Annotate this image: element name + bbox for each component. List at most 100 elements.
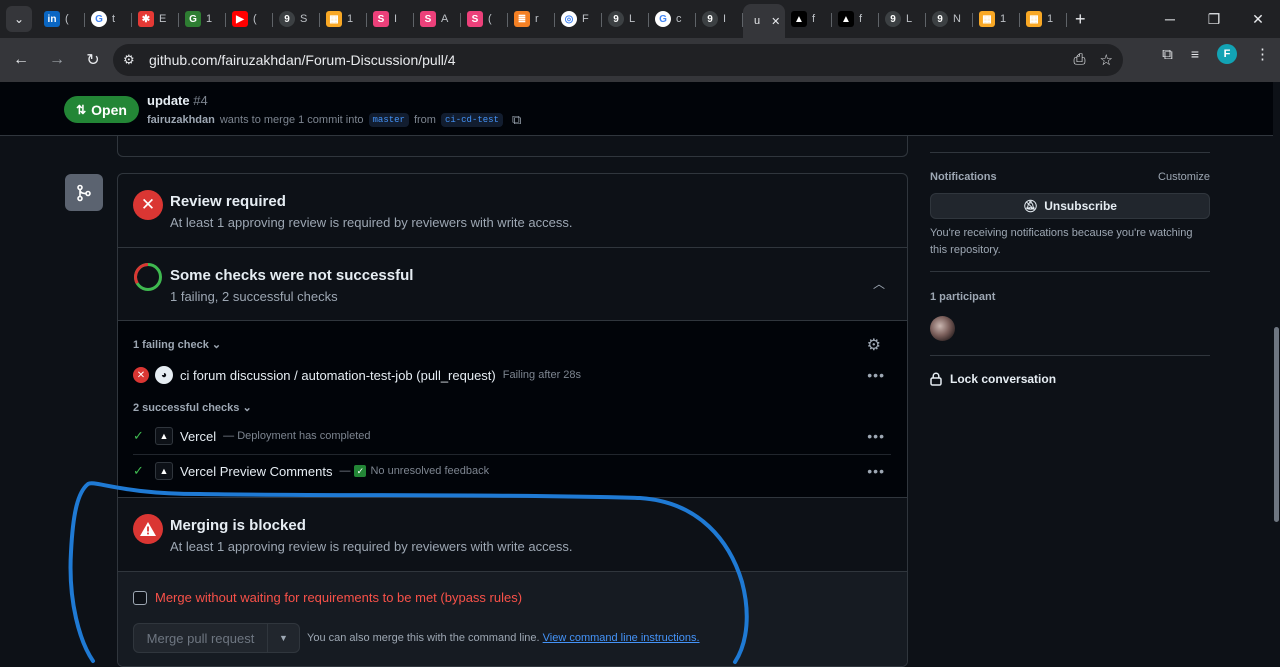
- browser-tab[interactable]: ≣ r: [508, 4, 555, 34]
- toolbar-right: ⧉ ≡ F ⋮: [1162, 44, 1270, 64]
- restore-icon[interactable]: ❐: [1192, 0, 1236, 38]
- kebab-menu-icon[interactable]: •••: [867, 367, 885, 383]
- sidebar-divider: [930, 271, 1210, 272]
- bypass-label[interactable]: Merge without waiting for requirements t…: [155, 590, 522, 605]
- copy-icon[interactable]: ⧉: [512, 112, 521, 128]
- gear-icon[interactable]: ⚙: [867, 335, 881, 355]
- command-line-instructions-link[interactable]: View command line instructions.: [543, 632, 700, 644]
- merge-pull-request-button[interactable]: Merge pull request: [133, 623, 268, 653]
- check-mark-icon: ✓: [133, 463, 144, 478]
- kebab-menu-icon[interactable]: •••: [867, 428, 885, 444]
- head-branch[interactable]: ci-cd-test: [440, 113, 503, 127]
- url-text[interactable]: github.com/fairuzakhdan/Forum-Discussion…: [149, 52, 456, 68]
- reload-icon[interactable]: ↻: [76, 43, 110, 77]
- checks-list-section: 1 failing check ⌄ ⚙ ✕ ◕ ci forum discuss…: [118, 321, 907, 498]
- close-tab-icon[interactable]: ✕: [771, 15, 780, 28]
- tab-favicon-icon: G: [655, 11, 671, 27]
- browser-tab-active[interactable]: u ✕: [743, 4, 785, 38]
- check-mark-icon: ✓: [133, 428, 144, 443]
- page-scrollbar[interactable]: [1273, 82, 1280, 667]
- merge-actions-section: Merge without waiting for requirements t…: [118, 572, 907, 666]
- check-meta: — Deployment has completed: [223, 430, 371, 442]
- kebab-menu-icon[interactable]: •••: [867, 463, 885, 479]
- merge-method-dropdown[interactable]: ▼: [268, 623, 300, 653]
- pr-title-text[interactable]: update: [147, 93, 190, 108]
- browser-tab[interactable]: Gt: [85, 4, 132, 34]
- pr-state-label: Open: [91, 101, 127, 118]
- tab-title: F: [582, 13, 589, 25]
- base-branch[interactable]: master: [368, 113, 409, 127]
- notifications-label: Notifications: [930, 171, 997, 183]
- address-bar-actions: ⎙ ☆: [1074, 51, 1113, 69]
- close-window-icon[interactable]: ✕: [1236, 0, 1280, 38]
- successful-checks-toggle[interactable]: 2 successful checks ⌄: [133, 401, 252, 414]
- browser-tab[interactable]: ▲ f: [785, 4, 832, 34]
- browser-tab[interactable]: ▦ 1: [320, 4, 367, 34]
- back-icon[interactable]: ←: [4, 43, 38, 77]
- browser-tab[interactable]: 9L: [602, 4, 649, 34]
- tab-favicon-icon: ▲: [791, 11, 807, 27]
- browser-tab[interactable]: ✱ E: [132, 4, 179, 34]
- checks-ring-icon: [134, 263, 162, 291]
- checks-desc: 1 failing, 2 successful checks: [170, 289, 338, 304]
- address-bar[interactable]: ⚙ github.com/fairuzakhdan/Forum-Discussi…: [113, 44, 1123, 76]
- browser-tab[interactable]: 9N: [926, 4, 973, 34]
- pr-subtitle: fairuzakhdan wants to merge 1 commit int…: [147, 112, 521, 128]
- failing-checks-toggle[interactable]: 1 failing check ⌄: [133, 338, 221, 351]
- tab-favicon-icon: 9: [885, 11, 901, 27]
- browser-tab[interactable]: 9L: [879, 4, 926, 34]
- browser-tab[interactable]: 9S: [273, 4, 320, 34]
- new-tab-icon[interactable]: +: [1075, 9, 1086, 30]
- browser-tab[interactable]: S(: [461, 4, 508, 34]
- tab-title: I: [394, 13, 398, 25]
- site-info-icon[interactable]: ⚙: [123, 52, 145, 68]
- forward-icon[interactable]: →: [40, 43, 74, 77]
- unsubscribe-button[interactable]: 🔕︎ Unsubscribe: [930, 193, 1210, 219]
- chevron-up-icon[interactable]: ︿: [873, 275, 885, 292]
- check-name[interactable]: Vercel Preview Comments: [180, 464, 332, 479]
- browser-tab[interactable]: SI: [367, 4, 414, 34]
- browser-tab[interactable]: ▲ f: [832, 4, 879, 34]
- browser-toolbar: ← → ↻ ⚙ github.com/fairuzakhdan/Forum-Di…: [0, 38, 1280, 82]
- pr-merge-text: wants to merge 1 commit into: [219, 114, 364, 126]
- pr-sticky-header: ⇅ Open update #4 fairuzakhdan wants to m…: [0, 82, 1273, 136]
- minimize-icon[interactable]: ─: [1148, 0, 1192, 38]
- browser-tab[interactable]: ▶(: [226, 4, 273, 34]
- check-row-vercel[interactable]: ✓ ▲ Vercel — Deployment has completed ••…: [133, 421, 893, 451]
- browser-tab[interactable]: ▦ 1: [973, 4, 1020, 34]
- hint-text: You can also merge this with the command…: [307, 632, 540, 644]
- sidebar-divider: [930, 152, 1210, 153]
- profile-avatar[interactable]: F: [1217, 44, 1237, 64]
- bookmark-star-icon[interactable]: ☆: [1100, 51, 1113, 69]
- tab-favicon-icon: 9: [608, 11, 624, 27]
- check-row-failing[interactable]: ✕ ◕ ci forum discussion / automation-tes…: [133, 360, 893, 390]
- lock-conversation-link[interactable]: Lock conversation: [930, 372, 1056, 386]
- participant-avatar[interactable]: [930, 316, 955, 341]
- review-title: Review required: [170, 193, 286, 210]
- check-row-vercel-preview[interactable]: ✓ ▲ Vercel Preview Comments — ✓ No unres…: [133, 456, 893, 486]
- extensions-icon[interactable]: ⧉: [1162, 46, 1173, 63]
- browser-menu-icon[interactable]: ⋮: [1255, 45, 1270, 63]
- browser-tab[interactable]: ◎ F: [555, 4, 602, 34]
- browser-tab[interactable]: in (: [38, 4, 85, 34]
- pr-author[interactable]: fairuzakhdan: [147, 114, 215, 126]
- browser-tab[interactable]: Gc: [649, 4, 696, 34]
- browser-tab[interactable]: ▦ 1: [1020, 4, 1067, 34]
- media-control-icon[interactable]: ≡: [1191, 46, 1199, 62]
- bypass-checkbox[interactable]: [133, 590, 147, 605]
- blocked-title: Merging is blocked: [170, 517, 306, 534]
- browser-tab[interactable]: SA: [414, 4, 461, 34]
- customize-link[interactable]: Customize: [1158, 171, 1210, 183]
- browser-tab[interactable]: G1: [179, 4, 226, 34]
- check-name[interactable]: ci forum discussion / automation-test-jo…: [180, 368, 496, 383]
- check-name[interactable]: Vercel: [180, 429, 216, 444]
- lock-label: Lock conversation: [950, 372, 1057, 386]
- install-app-icon[interactable]: ⎙: [1074, 51, 1086, 69]
- tab-favicon-icon: ▲: [838, 11, 854, 27]
- alert-icon: [133, 514, 163, 544]
- tab-search-button[interactable]: ⌄: [6, 6, 32, 32]
- bypass-rules-option[interactable]: Merge without waiting for requirements t…: [133, 590, 522, 605]
- checks-summary-section[interactable]: Some checks were not successful 1 failin…: [118, 248, 907, 321]
- browser-tab[interactable]: 9I: [696, 4, 743, 34]
- scrollbar-thumb[interactable]: [1274, 327, 1279, 522]
